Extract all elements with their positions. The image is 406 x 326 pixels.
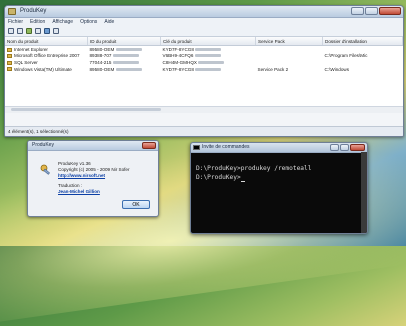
menu-file[interactable]: Fichier bbox=[8, 18, 23, 26]
refresh-icon[interactable] bbox=[26, 28, 32, 34]
console-line: D:\ProduKey> bbox=[196, 174, 241, 181]
text-cursor bbox=[240, 181, 245, 182]
redacted-bar bbox=[194, 54, 221, 58]
product-id: 89580-OEM bbox=[89, 66, 115, 72]
console-title: Invite de commandes bbox=[202, 144, 250, 150]
service-pack: Service Pack 2 bbox=[257, 66, 289, 72]
column-header-service-pack[interactable]: Service Pack bbox=[255, 37, 323, 46]
product-list[interactable]: Nom du produit ID du produit Clé du prod… bbox=[5, 37, 403, 113]
close-button[interactable] bbox=[379, 7, 401, 15]
status-bar: 4 élément(s), 1 sélectionné(s) bbox=[5, 126, 403, 136]
install-folder: C:\Windows bbox=[324, 66, 350, 72]
copy-icon[interactable] bbox=[17, 28, 23, 34]
options-icon[interactable] bbox=[53, 28, 59, 34]
about-close-button[interactable] bbox=[142, 142, 156, 149]
redacted-bar bbox=[195, 47, 222, 51]
save-icon[interactable] bbox=[8, 28, 14, 34]
table-row[interactable]: SQL Server 77044-215 C8H4M-GMHQX bbox=[5, 59, 403, 66]
toolbar bbox=[5, 26, 403, 37]
product-key: V6BH9-4CFQ6 bbox=[162, 53, 194, 59]
console-close-button[interactable] bbox=[350, 144, 365, 151]
main-window-title: ProduKey bbox=[20, 8, 47, 14]
about-info: ProduKey v1.36 Copyright (c) 2005 - 2009… bbox=[58, 161, 130, 195]
maximize-button[interactable] bbox=[365, 7, 378, 15]
command-prompt-window[interactable]: Invite de commandes D:\ProduKey>produkey… bbox=[190, 142, 368, 234]
console-titlebar[interactable]: Invite de commandes bbox=[191, 143, 367, 153]
product-key: C8H4M-GMHQX bbox=[162, 59, 197, 65]
find-icon[interactable] bbox=[44, 28, 50, 34]
column-header-product-name[interactable]: Nom du produit bbox=[5, 37, 88, 46]
redacted-bar bbox=[195, 67, 222, 71]
redacted-bar bbox=[112, 54, 139, 58]
minimize-button[interactable] bbox=[351, 7, 364, 15]
about-title: ProduKey bbox=[32, 142, 54, 148]
product-name: SQL Server bbox=[14, 59, 38, 65]
scrollbar-thumb[interactable] bbox=[11, 108, 161, 111]
product-id: 89388-707 bbox=[89, 53, 112, 59]
product-id: 77044-215 bbox=[89, 59, 112, 65]
about-dialog[interactable]: ProduKey ProduKey v1.36 Copyright (c) 20… bbox=[27, 140, 159, 217]
redacted-bar bbox=[198, 60, 225, 64]
key-icon bbox=[40, 164, 50, 175]
console-output[interactable]: D:\ProduKey>produkey /remoteall D:\ProduK… bbox=[191, 153, 367, 182]
menu-edit[interactable]: Edition bbox=[30, 18, 45, 26]
redacted-bar bbox=[115, 67, 142, 71]
main-titlebar[interactable]: ProduKey bbox=[5, 6, 403, 18]
ok-button[interactable]: OK bbox=[122, 200, 150, 209]
table-row[interactable]: Internet Explorer 89580-OEM KYD7F-8YCG8 bbox=[5, 46, 403, 53]
console-minimize-button[interactable] bbox=[330, 144, 339, 151]
menu-bar: Fichier Edition Affichage Options Aide bbox=[5, 18, 403, 26]
console-scrollbar[interactable] bbox=[361, 152, 367, 233]
key-icon bbox=[7, 54, 12, 59]
key-app-icon bbox=[8, 8, 16, 15]
key-icon bbox=[7, 60, 12, 65]
redacted-bar bbox=[112, 60, 139, 64]
console-line: D:\ProduKey>produkey /remoteall bbox=[196, 165, 312, 172]
about-titlebar[interactable]: ProduKey bbox=[28, 141, 158, 151]
menu-view[interactable]: Affichage bbox=[52, 18, 73, 26]
product-id: 89580-OEM bbox=[89, 46, 115, 52]
menu-help[interactable]: Aide bbox=[104, 18, 114, 26]
produkey-main-window[interactable]: ProduKey Fichier Edition Affichage Optio… bbox=[4, 5, 404, 137]
menu-options[interactable]: Options bbox=[80, 18, 97, 26]
column-header-install-folder[interactable]: Dossier d'installation bbox=[322, 37, 403, 46]
product-name: Microsoft Office Entreprise 2007 bbox=[14, 53, 80, 59]
console-maximize-button[interactable] bbox=[340, 144, 349, 151]
column-header-product-key[interactable]: Clé du produit bbox=[160, 37, 256, 46]
translator-link[interactable]: Jean-Michel Gillion bbox=[58, 189, 130, 195]
product-key: KYD7F-8YCG8 bbox=[162, 66, 194, 72]
horizontal-scrollbar[interactable] bbox=[5, 106, 403, 113]
column-header-product-id[interactable]: ID du produit bbox=[87, 37, 161, 46]
install-folder: C:\Program Files\Mic bbox=[324, 53, 368, 59]
key-icon bbox=[7, 67, 12, 72]
properties-icon[interactable] bbox=[35, 28, 41, 34]
redacted-bar bbox=[115, 47, 142, 51]
product-name: Internet Explorer bbox=[14, 46, 48, 52]
table-row[interactable]: Microsoft Office Entreprise 2007 89388-7… bbox=[5, 53, 403, 60]
key-icon bbox=[7, 47, 12, 52]
console-icon bbox=[193, 145, 200, 150]
product-name: Windows Vista(TM) Ultimate bbox=[14, 66, 72, 72]
product-key: KYD7F-8YCG8 bbox=[162, 46, 194, 52]
table-row[interactable]: Windows Vista(TM) Ultimate 89580-OEM KYD… bbox=[5, 66, 403, 73]
